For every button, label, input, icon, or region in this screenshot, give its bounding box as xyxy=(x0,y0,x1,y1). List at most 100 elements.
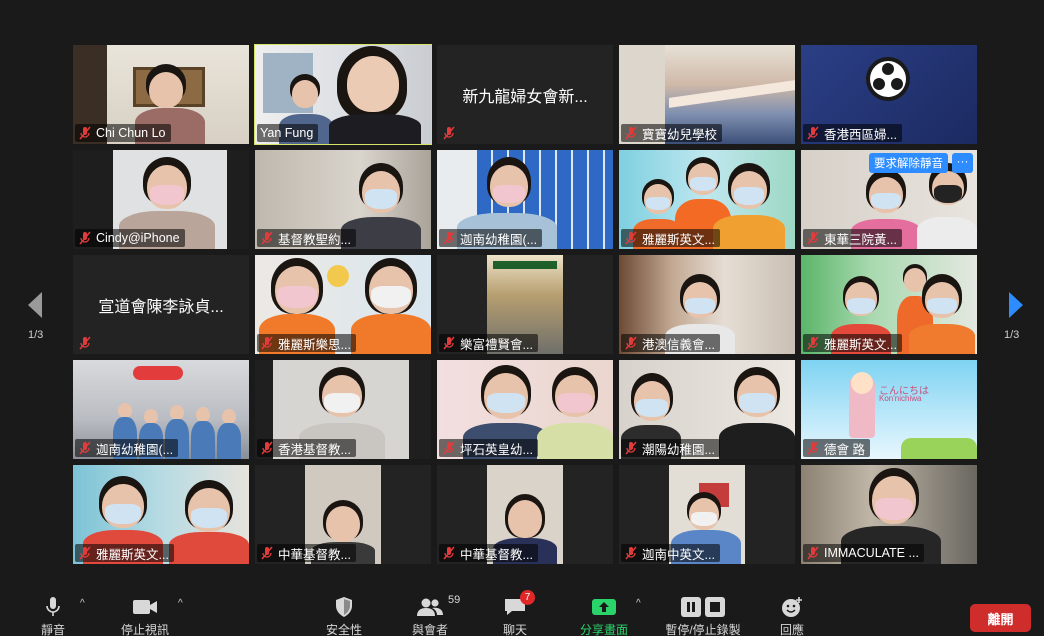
share-screen-icon xyxy=(592,599,616,615)
audio-options-caret-icon[interactable]: ^ xyxy=(80,598,90,609)
muted-mic-icon xyxy=(807,126,819,140)
muted-mic-icon xyxy=(625,336,637,350)
video-options-caret-icon[interactable]: ^ xyxy=(178,598,188,609)
participant-name-tag: 基督教聖約... xyxy=(257,229,356,247)
reactions-button[interactable]: 回應 xyxy=(757,596,827,636)
stop-video-button[interactable]: 停止視訊 xyxy=(110,596,180,636)
participants-button[interactable]: 59 與會者 xyxy=(395,594,465,636)
video-tile[interactable]: 樂富禮賢會... xyxy=(437,255,613,354)
muted-mic-icon xyxy=(261,231,273,245)
participant-name-tag xyxy=(75,334,101,352)
participant-video xyxy=(719,367,795,459)
muted-mic-icon xyxy=(625,231,637,245)
muted-mic-icon xyxy=(261,336,273,350)
video-tile[interactable]: 迦南幼稚園(... xyxy=(437,150,613,249)
security-button[interactable]: 安全性 xyxy=(309,596,379,636)
muted-mic-icon xyxy=(443,336,455,350)
participant-video xyxy=(325,46,425,144)
muted-mic-icon xyxy=(625,126,637,140)
video-tile[interactable]: 雅麗斯英文... xyxy=(73,465,249,564)
mute-button[interactable]: 靜音 xyxy=(18,596,88,636)
participant-video xyxy=(917,163,977,249)
muted-mic-icon xyxy=(807,441,819,455)
participant-name-tag: 潮陽幼稚園... xyxy=(621,439,720,457)
meeting-toolbar: 靜音 ^ 停止視訊 ^ 安全性 59 與會者 7 聊天 分享畫面 ^ 暫停/停止… xyxy=(0,588,1044,636)
pause-stop-recording-button[interactable]: 暫停/停止錄製 xyxy=(665,596,741,636)
muted-mic-icon xyxy=(261,546,273,560)
video-tile[interactable]: 潮陽幼稚園... xyxy=(619,360,795,459)
participant-name-tag: IMMACULATE ... xyxy=(803,544,924,562)
muted-mic-icon xyxy=(625,441,637,455)
video-tile[interactable]: 香港基督教... xyxy=(255,360,431,459)
more-options-button[interactable]: ··· xyxy=(952,153,973,173)
request-unmute-button[interactable]: 要求解除靜音 xyxy=(869,153,948,173)
participant-name-tag: Chi Chun Lo xyxy=(75,124,171,142)
share-screen-button[interactable]: 分享畫面 xyxy=(569,596,639,636)
video-tile[interactable]: 中華基督教... xyxy=(437,465,613,564)
muted-mic-icon xyxy=(443,546,455,560)
video-tile[interactable]: 迦南幼稚園(... xyxy=(73,360,249,459)
participant-name-tag: 雅麗斯英文... xyxy=(803,334,902,352)
video-tile[interactable]: Chi Chun Lo xyxy=(73,45,249,144)
leave-meeting-button[interactable]: 離開 xyxy=(970,604,1031,632)
muted-mic-icon xyxy=(625,546,637,560)
muted-mic-icon xyxy=(807,336,819,350)
greeting-romaji: Kon'nichiwa xyxy=(879,394,922,403)
participants-count: 59 xyxy=(448,594,461,606)
video-tile[interactable]: 雅麗斯英文... xyxy=(619,150,795,249)
bridge-image xyxy=(669,80,795,108)
chat-button[interactable]: 7 聊天 xyxy=(480,590,550,636)
page-indicator-left: 1/3 xyxy=(28,329,44,341)
muted-mic-icon xyxy=(443,231,455,245)
video-tile[interactable]: 雅麗斯英文... xyxy=(801,255,977,354)
participant-name-center: 新九龍婦女會新... xyxy=(462,89,588,106)
participant-video xyxy=(351,258,431,354)
video-tile-off[interactable]: 宣道會陳李詠貞... xyxy=(73,255,249,354)
video-tile[interactable]: 要求解除靜音 ··· 東華三院黃... xyxy=(801,150,977,249)
video-tile[interactable]: 中華基督教... xyxy=(255,465,431,564)
video-tile[interactable]: こんにちは Kon'nichiwa 德會 路 xyxy=(801,360,977,459)
participant-name-tag: 迦南幼稚園(... xyxy=(75,439,179,457)
participant-name-tag: 寶寶幼兒學校 xyxy=(621,124,723,142)
participant-name-tag: 港澳信義會... xyxy=(621,334,720,352)
participant-name-tag: 香港基督教... xyxy=(257,439,356,457)
participant-name-tag: 迦南幼稚園(... xyxy=(439,229,543,247)
obs-logo-icon xyxy=(866,57,910,101)
pause-stop-recording-icon xyxy=(681,597,725,617)
participant-name-tag: 樂富禮賢會... xyxy=(439,334,538,352)
participant-name-tag: 香港西區婦... xyxy=(803,124,902,142)
previous-page-icon[interactable] xyxy=(25,290,45,320)
gallery-view: 1/3 1/3 Chi Chun Lo Yan Fung 新九龍婦女會新... … xyxy=(0,0,1044,588)
muted-mic-icon xyxy=(79,231,91,245)
video-tile-active-speaker[interactable]: Yan Fung xyxy=(254,44,432,145)
participant-name-tag: 迦南中英文... xyxy=(621,544,720,562)
muted-mic-icon xyxy=(443,126,455,140)
video-tile[interactable]: 寶寶幼兒學校 xyxy=(619,45,795,144)
reaction-emoji-icon xyxy=(782,597,802,617)
participant-name-tag: 雅麗斯英文... xyxy=(621,229,720,247)
muted-mic-icon xyxy=(261,441,273,455)
muted-mic-icon xyxy=(79,546,91,560)
video-tile-off[interactable]: 新九龍婦女會新... xyxy=(437,45,613,144)
muted-mic-icon xyxy=(807,546,819,560)
video-tile[interactable]: 香港西區婦... xyxy=(801,45,977,144)
participant-name-tag: 坪石英皇幼... xyxy=(439,439,538,457)
video-tile[interactable]: 迦南中英文... xyxy=(619,465,795,564)
video-tile[interactable]: Cindy@iPhone xyxy=(73,150,249,249)
video-tile[interactable]: 雅麗斯樂思... xyxy=(255,255,431,354)
participant-name-tag: 東華三院黃... xyxy=(803,229,902,247)
participant-name-tag: 中華基督教... xyxy=(257,544,356,562)
participant-name-tag: Yan Fung xyxy=(257,124,319,142)
video-tile[interactable]: IMMACULATE ... xyxy=(801,465,977,564)
participant-name-tag: Cindy@iPhone xyxy=(75,229,185,247)
video-tile[interactable]: 港澳信義會... xyxy=(619,255,795,354)
muted-mic-icon xyxy=(807,231,819,245)
share-options-caret-icon[interactable]: ^ xyxy=(636,598,646,609)
participant-name-tag: 雅麗斯英文... xyxy=(75,544,174,562)
participant-name-tag xyxy=(439,124,465,142)
video-tile[interactable]: 坪石英皇幼... xyxy=(437,360,613,459)
participant-name-tag: 中華基督教... xyxy=(439,544,538,562)
participant-name-tag: 德會 路 xyxy=(803,439,870,457)
video-tile[interactable]: 基督教聖約... xyxy=(255,150,431,249)
next-page-icon[interactable] xyxy=(1006,290,1026,320)
